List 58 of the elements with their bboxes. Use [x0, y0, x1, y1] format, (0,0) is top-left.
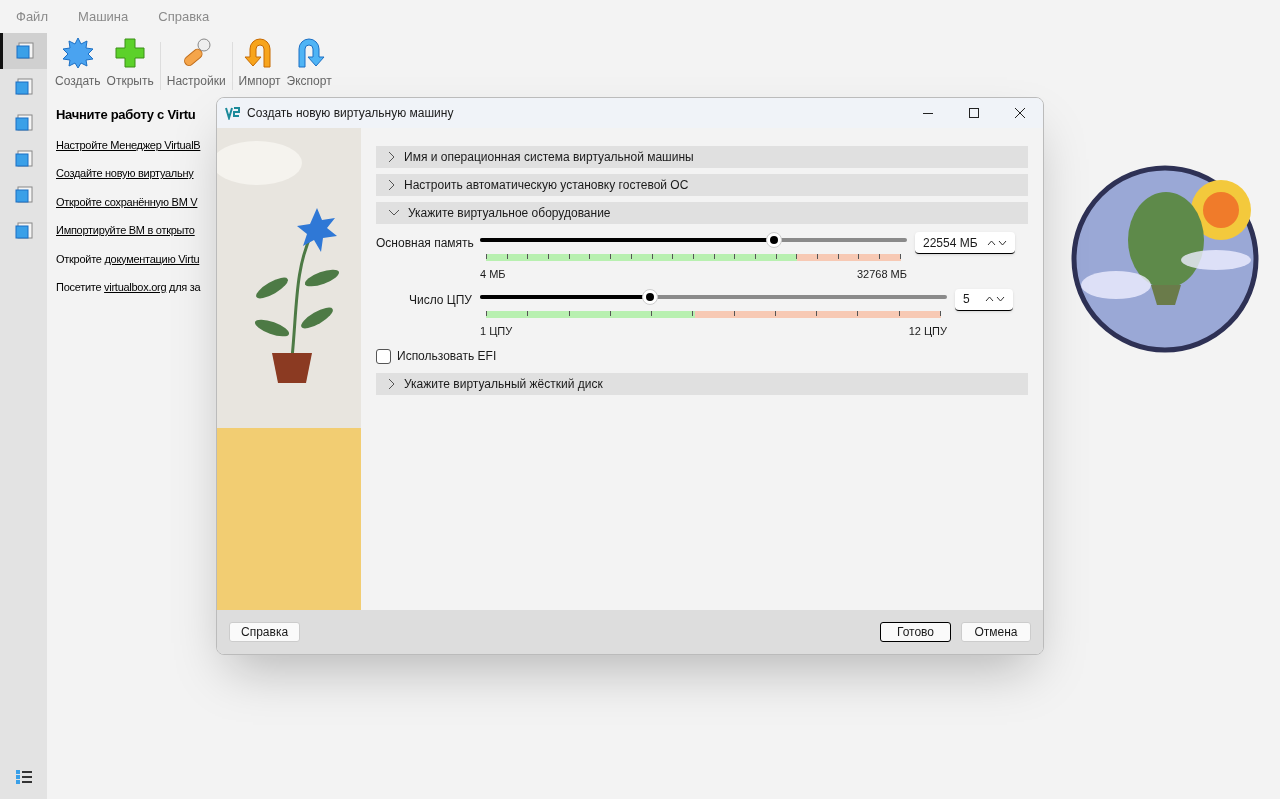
machine-window-icon	[14, 222, 33, 240]
welcome-link[interactable]: Откройте сохранённую ВМ V	[56, 193, 198, 210]
machine-window-icon	[14, 78, 33, 96]
toolbar-button[interactable]: Создать	[53, 37, 103, 90]
checkbox-label: Использовать EFI	[397, 348, 497, 365]
plus-icon	[114, 37, 147, 69]
chevron-down-icon[interactable]	[998, 239, 1007, 246]
max-value-label: 12 ЦПУ	[908, 323, 947, 339]
checkbox[interactable]	[376, 348, 391, 364]
dialog-button[interactable]: Справка	[229, 622, 301, 642]
welcome-link[interactable]: virtualbox.org	[104, 281, 167, 293]
machine-window-icon	[14, 186, 33, 204]
section-header[interactable]: Настроить автоматическую установку гостевой ОС	[376, 174, 1028, 196]
slider-label: Основная память	[376, 235, 472, 252]
spin-box[interactable]: 22554 МБ	[915, 232, 1015, 254]
chevron-up-icon[interactable]	[985, 296, 994, 302]
toolbar-button[interactable]: Импорт	[236, 37, 283, 90]
slider-label: Число ЦПУ	[408, 291, 472, 309]
machine-window-icon	[16, 42, 34, 60]
welcome-link[interactable]: документацию Virtu	[104, 252, 200, 265]
close-icon	[1015, 108, 1025, 118]
toolbar-button[interactable]: Открыть	[104, 37, 156, 90]
min-value-label: 1 ЦПУ	[480, 323, 513, 339]
slider-thumb[interactable]	[765, 232, 782, 248]
chevron-right-icon	[388, 151, 396, 163]
welcome-link[interactable]: Импортируйте ВМ в открыто	[56, 222, 195, 239]
machine-window-icon	[14, 150, 33, 168]
section-header[interactable]: Укажите виртуальное оборудование	[376, 202, 1028, 224]
spin-box[interactable]: 5	[955, 288, 1013, 311]
max-value-label: 32768 МБ	[856, 267, 907, 282]
slider[interactable]	[480, 288, 947, 305]
min-value-label: 4 МБ	[480, 267, 506, 282]
welcome-text: Посетите virtualbox.org для за	[56, 280, 201, 295]
chevron-up-icon[interactable]	[987, 239, 996, 246]
app-logo-icon	[225, 106, 241, 120]
chevron-right-icon	[388, 378, 396, 390]
welcome-link[interactable]: Настройте Менеджер VirtualB	[56, 136, 201, 153]
dialog-button[interactable]: Готово	[880, 622, 951, 642]
section-header[interactable]: Укажите виртуальный жёсткий диск	[376, 373, 1028, 395]
window-title: Создать новую виртуальную машину	[247, 105, 455, 122]
slider-thumb[interactable]	[642, 288, 658, 305]
chevron-down-icon[interactable]	[996, 296, 1005, 302]
maximize-icon	[969, 108, 979, 118]
welcome-heading: Начните работу с Virtu	[56, 106, 196, 124]
slider[interactable]	[480, 232, 907, 248]
welcome-link[interactable]: Создайте новую виртуальну	[56, 165, 194, 182]
welcome-text: Откройте документацию Virtu	[56, 251, 200, 267]
toolbar-button[interactable]: Настройки	[164, 37, 228, 90]
sidebar-tool[interactable]	[0, 33, 47, 69]
toolbar-button[interactable]: Экспорт	[284, 37, 334, 90]
minimize-icon	[923, 112, 933, 114]
section-header[interactable]: Имя и операционная система виртуальной машины	[376, 146, 1028, 168]
chevron-down-icon	[388, 209, 400, 217]
list-icon[interactable]	[14, 769, 33, 785]
dialog-button[interactable]: Отмена	[961, 622, 1031, 642]
machine-window-icon	[14, 114, 33, 132]
starburst-icon	[61, 37, 94, 69]
chevron-right-icon	[388, 179, 396, 191]
